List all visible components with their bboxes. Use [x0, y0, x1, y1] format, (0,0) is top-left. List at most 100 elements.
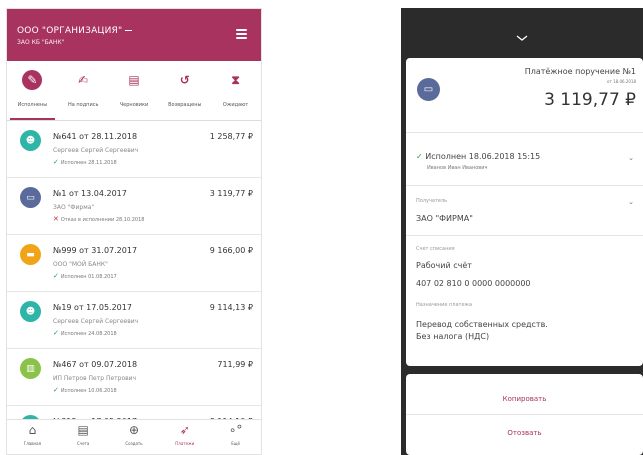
- nav-label: Ещё: [231, 441, 240, 446]
- collapse-chevron-icon[interactable]: [516, 32, 528, 44]
- tab-return[interactable]: ↺ Возвращены: [159, 61, 210, 120]
- copy-button[interactable]: Копировать: [406, 395, 643, 403]
- divider: [406, 185, 643, 186]
- divider: [406, 132, 643, 133]
- payment-row[interactable]: ▥ №467 от 09.07.2018 711,99 ₽ ИП Петров Пет…: [7, 349, 261, 406]
- document-date: от 18.06.2018: [607, 79, 636, 84]
- account-name: Рабочий счёт: [416, 261, 472, 270]
- payment-status: ✓ Исполнен 24.08.2018: [53, 329, 117, 337]
- account-label: Счет списания: [416, 246, 455, 252]
- tab-check-doc[interactable]: ✎ Исполнены: [7, 61, 58, 120]
- check-icon: ✓: [53, 158, 59, 166]
- payment-amount: 9 114,13 ₽: [209, 303, 253, 312]
- check-doc-icon: ✎: [22, 70, 43, 90]
- nav-label: Создать: [125, 441, 143, 446]
- bottom-navigation: ⌂ Главная ▤ Счета ⊕ Создать ➶ Платежи ∘° Ещё: [7, 419, 261, 454]
- organization-name: ООО "ОРГАНИЗАЦИЯ": [17, 26, 123, 36]
- tab-label: На подпись: [67, 102, 99, 108]
- person-icon: ☻: [20, 301, 41, 322]
- sheet-header: [401, 8, 643, 58]
- account-number: 407 02 810 0 0000 0000000: [416, 279, 531, 288]
- payee-label: Получатель: [416, 198, 448, 204]
- check-icon: ✓: [416, 152, 426, 161]
- tab-label: Ожидают: [222, 102, 249, 108]
- home-icon: ⌂: [28, 423, 37, 437]
- payee-value: ЗАО "ФИРМА": [416, 214, 473, 223]
- status-row[interactable]: ✓ Исполнен 18.06.2018 15:15: [416, 152, 540, 161]
- check-icon: ✓: [53, 386, 59, 394]
- nav-accounts[interactable]: ▤ Счета: [58, 420, 109, 454]
- filter-icon[interactable]: [236, 29, 247, 40]
- tab-signature[interactable]: ✍ На подпись: [58, 61, 109, 120]
- hourglass-icon: ⧗: [231, 72, 240, 87]
- nav-plus[interactable]: ⊕ Создать: [109, 420, 160, 454]
- accounts-icon: ▤: [77, 423, 89, 437]
- draft-doc-icon: ▤: [128, 73, 140, 87]
- status-signer: Иванов Иван Иванович: [427, 165, 488, 171]
- chevron-down-icon: [125, 30, 133, 31]
- divider: [406, 235, 643, 236]
- document-amount: 3 119,77 ₽: [544, 90, 636, 110]
- tab-hourglass[interactable]: ⧗ Ожидают: [210, 61, 261, 120]
- nav-label: Платежи: [175, 441, 195, 446]
- tab-label: Исполнены: [17, 102, 48, 108]
- nav-label: Счета: [76, 441, 90, 446]
- payment-details-card: ▭ Платёжное поручение №1 от 18.06.2018 3…: [406, 58, 643, 366]
- more-icon: ∘°: [228, 423, 243, 437]
- payment-title: №19 от 17.05.2017: [53, 303, 132, 312]
- payment-status: ✕ Отказ в исполнении 28.10.2018: [53, 215, 144, 223]
- send-icon: ➶: [179, 423, 190, 437]
- purpose-line-1: Перевод собственных средств.: [416, 320, 548, 329]
- nav-send[interactable]: ➶ Платежи: [159, 420, 210, 454]
- payment-title: №999 от 31.07.2017: [53, 246, 138, 255]
- tab-label: Возвращены: [168, 102, 202, 108]
- payments-list: ☻ №641 от 28.11.2018 1 258,77 ₽ Сергеев Сер…: [7, 121, 261, 423]
- check-icon: ✓: [53, 272, 59, 280]
- nav-home[interactable]: ⌂ Главная: [7, 420, 58, 454]
- payment-row[interactable]: ▬ №999 от 31.07.2017 9 166,00 ₽ ООО "МОЙ БА…: [7, 235, 261, 292]
- organization-selector[interactable]: ООО "ОРГАНИЗАЦИЯ": [17, 26, 133, 36]
- payment-amount: 3 119,77 ₽: [209, 189, 253, 198]
- payment-row[interactable]: ☻ №19 от 17.05.2017 9 114,13 ₽ Сергеев Серг…: [7, 292, 261, 349]
- plus-icon: ⊕: [128, 423, 140, 437]
- payment-title: №1 от 13.04.2017: [53, 189, 127, 198]
- status-text: Исполнен 28.11.2018: [60, 160, 117, 166]
- payment-amount: 711,99 ₽: [217, 360, 253, 369]
- payments-list-screen: ООО "ОРГАНИЗАЦИЯ" ЗАО КБ "БАНК" ✎ Исполне…: [6, 8, 262, 455]
- status-text: Исполнен 18.06.2018 15:15: [425, 152, 541, 161]
- cross-icon: ✕: [53, 215, 59, 223]
- card-icon: ▭: [20, 187, 41, 208]
- app-header: ООО "ОРГАНИЗАЦИЯ" ЗАО КБ "БАНК": [7, 9, 261, 61]
- recall-button[interactable]: Отозвать: [406, 429, 643, 437]
- tab-label: Черновики: [119, 102, 149, 108]
- document-icon: ▭: [417, 78, 440, 101]
- nav-label: Главная: [23, 441, 42, 446]
- nav-more[interactable]: ∘° Ещё: [210, 420, 261, 454]
- payment-title: №641 от 28.11.2018: [53, 132, 138, 141]
- status-text: Исполнен 10.06.2018: [60, 388, 117, 394]
- chevron-down-icon[interactable]: ⌄: [628, 198, 634, 206]
- payment-counterparty: ЗАО "Фирма": [53, 204, 95, 211]
- payment-counterparty: Сергеев Сергей Сергеевич: [53, 147, 139, 154]
- payment-row[interactable]: ☻ №641 от 28.11.2018 1 258,77 ₽ Сергеев Сер…: [7, 121, 261, 178]
- payment-counterparty: ООО "МОЙ БАНК": [53, 261, 108, 268]
- building-icon: ▥: [20, 358, 41, 379]
- payment-amount: 1 258,77 ₽: [209, 132, 253, 141]
- tab-draft-doc[interactable]: ▤ Черновики: [109, 61, 160, 120]
- chevron-down-icon[interactable]: ⌄: [628, 154, 634, 162]
- actions-card: Копировать Отозвать: [406, 374, 643, 455]
- payment-amount: 9 166,00 ₽: [209, 246, 253, 255]
- status-text: Отказ в исполнении 28.10.2018: [60, 217, 145, 223]
- payment-status: ✓ Исполнен 01.08.2017: [53, 272, 117, 280]
- purpose-label: Назначение платежа: [416, 302, 473, 308]
- return-icon: ↺: [179, 73, 190, 87]
- payment-title: №467 от 09.07.2018: [53, 360, 138, 369]
- briefcase-icon: ▬: [20, 244, 41, 265]
- status-text: Исполнен 24.08.2018: [60, 331, 117, 337]
- payment-row[interactable]: ▭ №1 от 13.04.2017 3 119,77 ₽ ЗАО "Фирма" ✕ О…: [7, 178, 261, 235]
- divider: [406, 414, 643, 415]
- payment-details-sheet: ▭ Платёжное поручение №1 от 18.06.2018 3…: [401, 8, 643, 455]
- signature-icon: ✍: [78, 73, 89, 87]
- check-icon: ✓: [53, 329, 59, 337]
- status-text: Исполнен 01.08.2017: [60, 274, 117, 280]
